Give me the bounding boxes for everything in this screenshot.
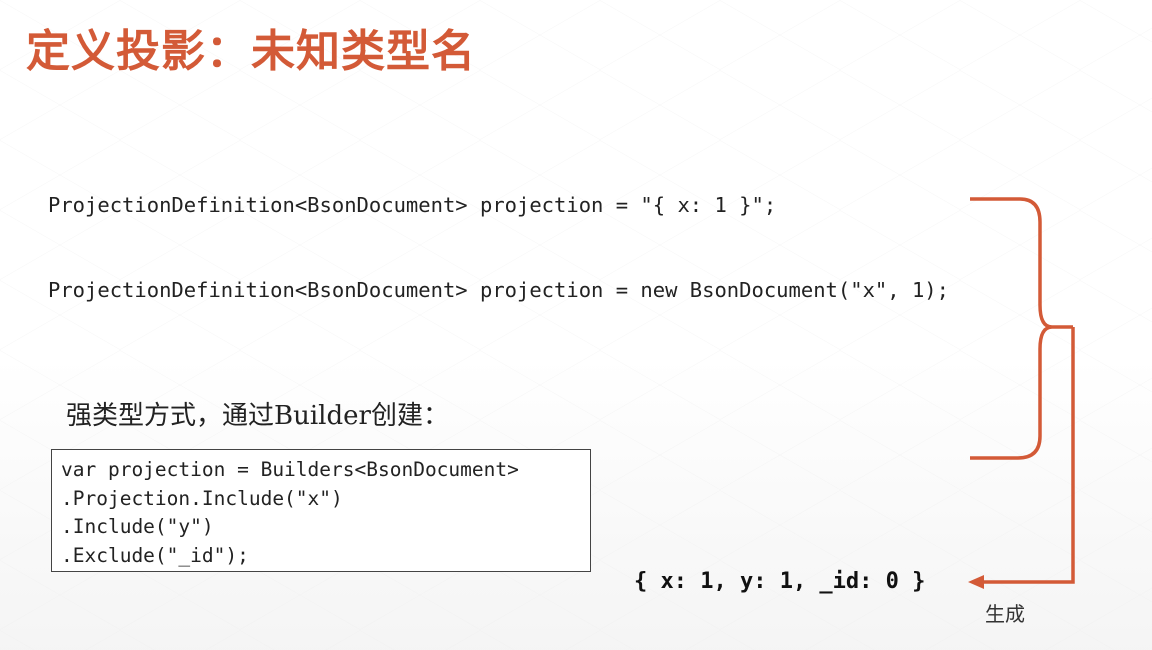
bracket-connector — [968, 197, 1075, 589]
projection-result: { x: 1, y: 1, _id: 0 } — [634, 569, 926, 594]
arrow-line — [980, 327, 1075, 584]
curly-bracket-icon — [970, 197, 1073, 460]
generate-label: 生成 — [985, 602, 1025, 626]
arrow-left-icon — [968, 575, 984, 589]
